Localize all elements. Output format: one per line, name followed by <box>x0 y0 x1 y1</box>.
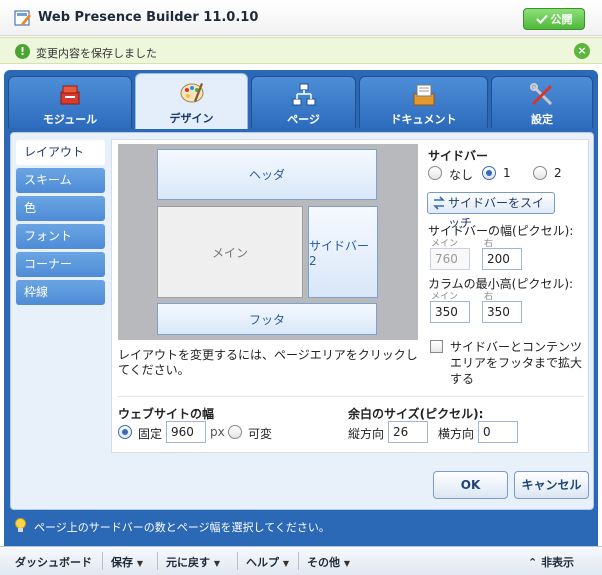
sidenav-item-font[interactable]: フォント <box>16 224 105 249</box>
save-label: 保存 <box>111 556 133 569</box>
sidebar-two-label: 2 <box>554 166 562 180</box>
tab-label: 設定 <box>531 113 553 126</box>
hide-button[interactable]: ⌃ 非表示 <box>528 554 574 570</box>
notice-text: 変更内容を保存しました <box>36 47 157 60</box>
design-panel: レイアウト スキーム 色 フォント コーナー 枠線 ヘッダ メイン サイドバー … <box>10 132 594 510</box>
layout-content: ヘッダ メイン サイドバー 2 フッタ レイアウトを変更するには、ページエリアを… <box>111 139 589 453</box>
hide-label: 非表示 <box>541 556 575 569</box>
tools-icon <box>530 83 553 106</box>
chevron-down-icon: ▼ <box>282 559 289 568</box>
fixed-width-input[interactable]: 960 <box>166 421 206 443</box>
double-chevron-up-icon: ⌃ <box>528 556 538 569</box>
dashboard-button[interactable]: ダッシュボード <box>15 554 92 570</box>
horizontal-margin-label: 横方向 <box>438 427 475 441</box>
tab-label: デザイン <box>169 112 214 125</box>
title-bar: Web Presence Builder 11.0.10 公開 <box>0 0 602 36</box>
help-button[interactable]: ヘルプ ▼ <box>246 554 289 570</box>
minheight-main-input[interactable]: 350 <box>430 301 470 323</box>
chevron-down-icon[interactable]: ▼ <box>214 559 220 568</box>
close-icon[interactable]: × <box>574 43 590 59</box>
toolbar-separator <box>157 552 158 570</box>
publish-label: 公開 <box>550 13 573 26</box>
switch-sidebar-button[interactable]: サイドバーをスイッチ <box>427 192 555 230</box>
preview-sidebar[interactable]: サイドバー 2 <box>308 206 378 298</box>
app-logo-icon <box>14 10 31 26</box>
section-divider <box>118 396 584 397</box>
sidebar-two-radio[interactable] <box>533 166 547 180</box>
fixed-width-radio[interactable] <box>118 425 132 439</box>
preview-header[interactable]: ヘッダ <box>157 149 377 200</box>
tab-label: ページ <box>287 113 320 126</box>
app-title: Web Presence Builder 11.0.10 <box>38 10 259 25</box>
tab-modules[interactable]: モジュール <box>8 76 132 128</box>
vertical-margin-input[interactable]: 26 <box>388 421 428 443</box>
fixed-width-label: 固定 <box>138 427 163 441</box>
tab-settings[interactable]: 設定 <box>491 76 593 128</box>
sidenav-item-color[interactable]: 色 <box>16 196 105 221</box>
chevron-down-icon[interactable]: ▼ <box>137 559 143 568</box>
cancel-button[interactable]: キャンセル <box>514 471 589 499</box>
sidebar-none-label: なし <box>449 168 474 182</box>
publish-button[interactable]: 公開 <box>523 8 585 30</box>
variable-width-radio[interactable] <box>228 425 242 439</box>
save-button[interactable]: 保存 ▼ <box>111 554 143 570</box>
tab-documents[interactable]: ドキュメント <box>359 76 488 128</box>
bottom-toolbar: ダッシュボード 保存 ▼ 元に戻す ▼ ヘルプ ▼ その他 ▼ ⌃ 非表示 <box>0 546 602 575</box>
sitemap-icon <box>292 83 315 106</box>
extend-sidebar-label: サイドバーとコンテンツエリアをフッタまで拡大する <box>450 340 583 386</box>
width-unit: px <box>210 425 225 439</box>
extend-sidebar-checkbox[interactable] <box>430 340 443 353</box>
sidenav-item-corner[interactable]: コーナー <box>16 252 105 277</box>
layout-hint: レイアウトを変更するには、ページエリアをクリックしてください。 <box>118 348 418 377</box>
modules-icon <box>60 85 80 105</box>
vertical-margin-label: 縦方向 <box>348 427 385 441</box>
preview-main[interactable]: メイン <box>157 206 303 298</box>
other-label: その他 <box>307 556 340 569</box>
swap-icon <box>433 196 445 210</box>
sidenav-item-scheme[interactable]: スキーム <box>16 168 105 193</box>
palette-icon <box>180 83 203 103</box>
other-button[interactable]: その他 ▼ <box>307 554 350 570</box>
variable-width-label: 可変 <box>248 427 273 441</box>
tab-label: モジュール <box>42 113 98 126</box>
documents-icon <box>413 84 434 106</box>
sidebar-title: サイドバー <box>428 149 489 163</box>
undo-button[interactable]: 元に戻す ▼ <box>166 554 220 570</box>
toolbar-separator <box>237 552 238 570</box>
toolbar-separator <box>102 552 103 570</box>
tab-design[interactable]: デザイン <box>135 73 248 129</box>
success-icon: ! <box>15 44 30 59</box>
sidenav-item-border[interactable]: 枠線 <box>16 280 105 305</box>
tab-label: ドキュメント <box>390 113 457 126</box>
lightbulb-icon <box>15 518 26 532</box>
save-notice: ! 変更内容を保存しました × <box>0 37 602 64</box>
undo-label: 元に戻す <box>166 556 210 569</box>
width-main-input: 760 <box>430 248 470 270</box>
chevron-down-icon: ▼ <box>343 559 350 568</box>
sidebar-one-radio[interactable] <box>482 166 496 180</box>
help-label: ヘルプ <box>246 556 279 569</box>
ok-button[interactable]: OK <box>433 471 508 499</box>
minheight-right-input[interactable]: 350 <box>482 301 522 323</box>
preview-footer[interactable]: フッタ <box>157 303 377 335</box>
horizontal-margin-input[interactable]: 0 <box>478 421 518 443</box>
hint-bar: ページ上のサードバーの数とページ幅を選択してください。 <box>4 510 598 540</box>
margins-title: 余白のサイズ(ピクセル): <box>348 407 484 421</box>
site-width-title: ウェブサイトの幅 <box>118 407 215 421</box>
tab-pages[interactable]: ページ <box>251 76 356 128</box>
checkmark-icon <box>535 14 548 24</box>
width-right-input[interactable]: 200 <box>482 248 522 270</box>
sidenav-item-layout[interactable]: レイアウト <box>16 140 105 165</box>
sidebar-one-label: 1 <box>503 166 511 180</box>
hint-text: ページ上のサードバーの数とページ幅を選択してください。 <box>34 521 330 534</box>
layout-preview: ヘッダ メイン サイドバー 2 フッタ <box>118 144 418 340</box>
sidebar-none-radio[interactable] <box>428 166 442 180</box>
design-dialog: モジュール デザイン ページ ドキュメント 設定 レイアウト スキーム 色 フォ… <box>4 70 598 572</box>
toolbar-separator <box>298 552 299 570</box>
